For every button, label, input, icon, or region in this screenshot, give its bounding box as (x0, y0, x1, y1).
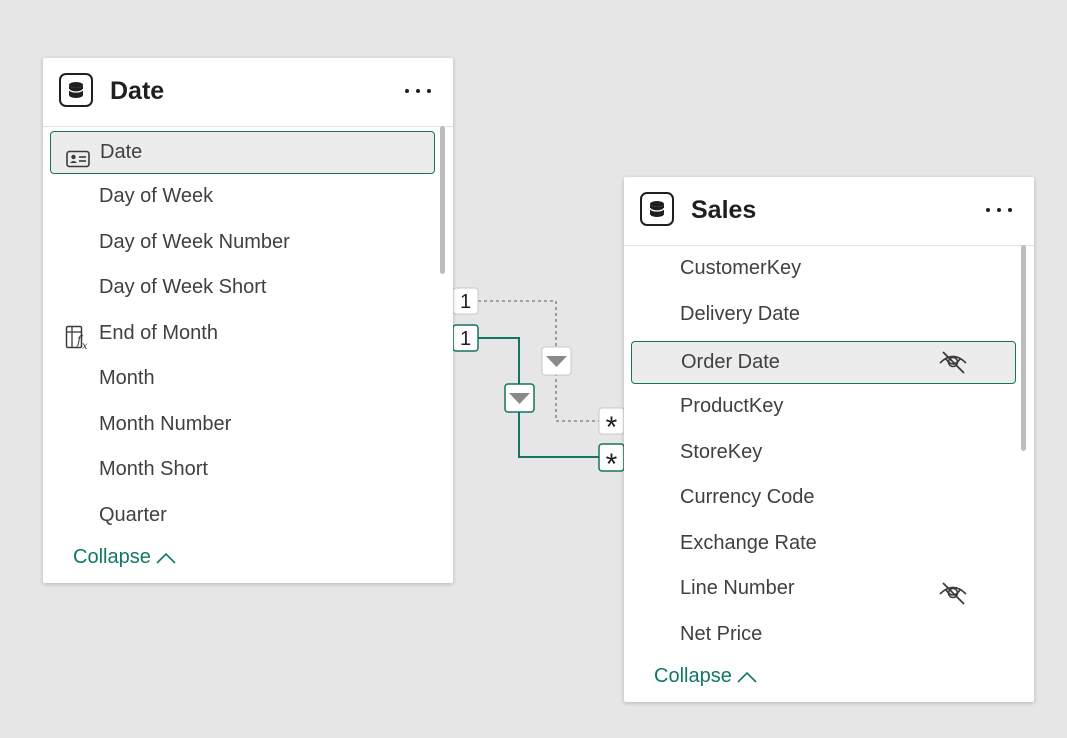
field-productkey[interactable]: ProductKey (624, 384, 1034, 430)
active-filter-direction-icon[interactable] (504, 383, 535, 413)
date-field-list: Date Day of Week Day of Week Number Day … (43, 127, 453, 538)
inactive-one-badge: 1 (452, 287, 479, 315)
field-delivery-date[interactable]: Delivery Date (624, 292, 1034, 338)
collapse-label: Collapse (73, 546, 151, 568)
table-icon (59, 73, 93, 107)
active-one-text: 1 (460, 328, 471, 350)
field-label: Net Price (680, 622, 763, 645)
field-quarter[interactable]: Quarter (43, 493, 453, 539)
field-day-of-week-short[interactable]: Day of Week Short (43, 265, 453, 311)
field-order-date[interactable]: Order Date (631, 341, 1016, 384)
inactive-filter-direction-icon[interactable] (541, 346, 572, 376)
field-label: StoreKey (680, 440, 763, 463)
field-line-number[interactable]: Line Number (624, 566, 1034, 612)
inactive-one-text: 1 (460, 291, 471, 313)
field-label: Month Number (99, 412, 232, 435)
field-month-number[interactable]: Month Number (43, 402, 453, 448)
field-customerkey[interactable]: CustomerKey (624, 246, 1034, 292)
field-label: CustomerKey (680, 257, 802, 279)
date-table-card[interactable]: Date Date Day of Week Day of Week Number… (43, 58, 453, 583)
inactive-many-badge: * (598, 407, 625, 444)
inactive-many-text: * (606, 411, 618, 444)
field-month[interactable]: Month (43, 356, 453, 402)
field-label: Delivery Date (680, 302, 801, 325)
date-table-title: Date (110, 77, 165, 105)
collapse-button[interactable]: Collapse (654, 665, 758, 688)
active-one-badge: 1 (452, 324, 479, 352)
active-many-text: * (606, 448, 618, 481)
svg-text:x: x (82, 341, 88, 351)
field-label: Day of Week (99, 185, 214, 207)
scrollbar-thumb[interactable] (1021, 245, 1026, 451)
field-day-of-week[interactable]: Day of Week (43, 174, 453, 220)
collapse-label: Collapse (654, 665, 732, 687)
field-currency-code[interactable]: Currency Code (624, 475, 1034, 521)
field-label: Quarter (99, 503, 167, 526)
chevron-up-icon (156, 552, 176, 564)
inactive-relationship-line[interactable] (478, 300, 600, 422)
sales-table-card[interactable]: Sales CustomerKey Delivery Date Order Da… (624, 177, 1034, 702)
field-net-price[interactable]: Net Price (624, 612, 1034, 658)
field-label: Exchange Rate (680, 531, 817, 554)
field-label: End of Month (99, 321, 218, 344)
field-date[interactable]: Date (50, 131, 435, 174)
field-end-of-month[interactable]: f x End of Month (43, 311, 453, 357)
field-exchange-rate[interactable]: Exchange Rate (624, 521, 1034, 567)
field-label: Month (99, 367, 155, 389)
field-label: Date (100, 141, 143, 163)
sales-table-header[interactable]: Sales (624, 177, 1034, 246)
more-options-button[interactable] (405, 82, 431, 100)
field-label: Currency Code (680, 486, 815, 508)
sales-field-list: CustomerKey Delivery Date Order Date Pro… (624, 246, 1034, 657)
collapse-button[interactable]: Collapse (73, 546, 177, 569)
chevron-up-icon (737, 671, 757, 683)
more-options-button[interactable] (986, 201, 1012, 219)
active-many-badge: * (598, 443, 625, 481)
active-relationship-line[interactable] (478, 337, 600, 458)
scrollbar-thumb[interactable] (440, 126, 445, 274)
table-icon (640, 192, 674, 226)
field-month-short[interactable]: Month Short (43, 447, 453, 493)
field-storekey[interactable]: StoreKey (624, 430, 1034, 476)
field-label: Order Date (681, 351, 780, 373)
date-table-header[interactable]: Date (43, 58, 453, 127)
sales-table-title: Sales (691, 196, 757, 224)
field-label: Month Short (99, 458, 208, 480)
field-day-of-week-number[interactable]: Day of Week Number (43, 220, 453, 266)
field-label: Line Number (680, 577, 795, 599)
field-label: Day of Week Number (99, 230, 290, 253)
field-label: ProductKey (680, 395, 784, 417)
field-label: Day of Week Short (99, 276, 267, 298)
